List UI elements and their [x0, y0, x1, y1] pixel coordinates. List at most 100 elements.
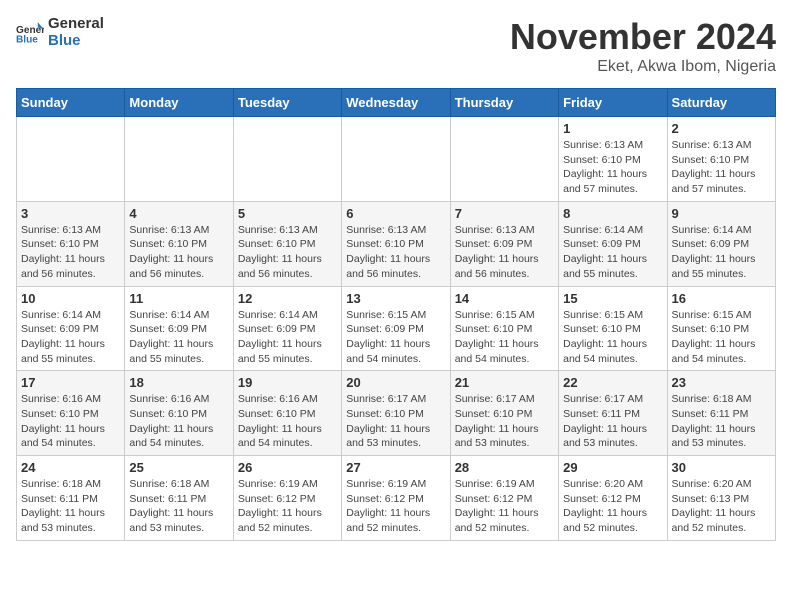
calendar-cell: 13 Sunrise: 6:15 AM Sunset: 6:09 PM Dayli…: [342, 286, 450, 371]
day-number: 6: [346, 206, 445, 221]
day-detail: Sunrise: 6:13 AM Sunset: 6:10 PM Dayligh…: [346, 223, 445, 282]
day-number: 28: [455, 460, 554, 475]
calendar-cell: 10 Sunrise: 6:14 AM Sunset: 6:09 PM Dayli…: [17, 286, 125, 371]
calendar-table: SundayMondayTuesdayWednesdayThursdayFrid…: [16, 88, 776, 541]
calendar-cell: [17, 117, 125, 202]
calendar-cell: [125, 117, 233, 202]
header-day-tuesday: Tuesday: [233, 89, 341, 117]
day-detail: Sunrise: 6:13 AM Sunset: 6:10 PM Dayligh…: [238, 223, 337, 282]
header-day-wednesday: Wednesday: [342, 89, 450, 117]
day-number: 18: [129, 375, 228, 390]
day-detail: Sunrise: 6:18 AM Sunset: 6:11 PM Dayligh…: [21, 477, 120, 536]
calendar-cell: 19Sunrise: 6:16 AM Sunset: 6:10 PM Dayli…: [233, 371, 341, 456]
calendar-cell: 26 Sunrise: 6:19 AM Sunset: 6:12 PM Dayli…: [233, 456, 341, 541]
day-detail: Sunrise: 6:15 AM Sunset: 6:09 PM Dayligh…: [346, 308, 445, 367]
header: General Blue General Blue November 2024 …: [16, 16, 776, 76]
day-detail: Sunrise: 6:14 AM Sunset: 6:09 PM Dayligh…: [672, 223, 771, 282]
day-detail: Sunrise: 6:18 AM Sunset: 6:11 PM Dayligh…: [672, 392, 771, 451]
day-detail: Sunrise: 6:20 AM Sunset: 6:13 PM Dayligh…: [672, 477, 771, 536]
day-number: 3: [21, 206, 120, 221]
day-detail: Sunrise: 6:14 AM Sunset: 6:09 PM Dayligh…: [129, 308, 228, 367]
calendar-week-row: 1 Sunrise: 6:13 AM Sunset: 6:10 PM Daylig…: [17, 117, 776, 202]
day-detail: Sunrise: 6:13 AM Sunset: 6:10 PM Dayligh…: [563, 138, 662, 197]
calendar-body: 1 Sunrise: 6:13 AM Sunset: 6:10 PM Daylig…: [17, 117, 776, 541]
day-detail: Sunrise: 6:16 AM Sunset: 6:10 PM Dayligh…: [129, 392, 228, 451]
header-day-monday: Monday: [125, 89, 233, 117]
day-detail: Sunrise: 6:17 AM Sunset: 6:10 PM Dayligh…: [455, 392, 554, 451]
svg-text:Blue: Blue: [16, 34, 38, 45]
calendar-cell: 1 Sunrise: 6:13 AM Sunset: 6:10 PM Daylig…: [559, 117, 667, 202]
calendar-cell: 28 Sunrise: 6:19 AM Sunset: 6:12 PM Dayli…: [450, 456, 558, 541]
calendar-cell: [233, 117, 341, 202]
logo-line2: Blue: [48, 33, 104, 50]
calendar-cell: 8 Sunrise: 6:14 AM Sunset: 6:09 PM Daylig…: [559, 201, 667, 286]
calendar-cell: 7Sunrise: 6:13 AM Sunset: 6:09 PM Daylig…: [450, 201, 558, 286]
calendar-cell: 17Sunrise: 6:16 AM Sunset: 6:10 PM Dayli…: [17, 371, 125, 456]
calendar-cell: 21 Sunrise: 6:17 AM Sunset: 6:10 PM Dayli…: [450, 371, 558, 456]
day-detail: Sunrise: 6:13 AM Sunset: 6:09 PM Dayligh…: [455, 223, 554, 282]
calendar-cell: 24 Sunrise: 6:18 AM Sunset: 6:11 PM Dayli…: [17, 456, 125, 541]
header-day-friday: Friday: [559, 89, 667, 117]
day-detail: Sunrise: 6:19 AM Sunset: 6:12 PM Dayligh…: [346, 477, 445, 536]
calendar-cell: 23 Sunrise: 6:18 AM Sunset: 6:11 PM Dayli…: [667, 371, 775, 456]
header-day-thursday: Thursday: [450, 89, 558, 117]
day-number: 23: [672, 375, 771, 390]
calendar-week-row: 3 Sunrise: 6:13 AM Sunset: 6:10 PM Daylig…: [17, 201, 776, 286]
logo: General Blue General Blue: [16, 16, 104, 49]
day-detail: Sunrise: 6:16 AM Sunset: 6:10 PM Dayligh…: [21, 392, 120, 451]
day-detail: Sunrise: 6:14 AM Sunset: 6:09 PM Dayligh…: [563, 223, 662, 282]
day-detail: Sunrise: 6:14 AM Sunset: 6:09 PM Dayligh…: [21, 308, 120, 367]
day-detail: Sunrise: 6:20 AM Sunset: 6:12 PM Dayligh…: [563, 477, 662, 536]
day-number: 13: [346, 291, 445, 306]
calendar-cell: [342, 117, 450, 202]
calendar-cell: 25 Sunrise: 6:18 AM Sunset: 6:11 PM Dayli…: [125, 456, 233, 541]
day-detail: Sunrise: 6:13 AM Sunset: 6:10 PM Dayligh…: [672, 138, 771, 197]
calendar-cell: 4Sunrise: 6:13 AM Sunset: 6:10 PM Daylig…: [125, 201, 233, 286]
calendar-cell: 27 Sunrise: 6:19 AM Sunset: 6:12 PM Dayli…: [342, 456, 450, 541]
day-detail: Sunrise: 6:17 AM Sunset: 6:10 PM Dayligh…: [346, 392, 445, 451]
calendar-cell: 9 Sunrise: 6:14 AM Sunset: 6:09 PM Daylig…: [667, 201, 775, 286]
day-detail: Sunrise: 6:17 AM Sunset: 6:11 PM Dayligh…: [563, 392, 662, 451]
day-number: 22: [563, 375, 662, 390]
calendar-cell: 16Sunrise: 6:15 AM Sunset: 6:10 PM Dayli…: [667, 286, 775, 371]
day-number: 20: [346, 375, 445, 390]
calendar-week-row: 17Sunrise: 6:16 AM Sunset: 6:10 PM Dayli…: [17, 371, 776, 456]
day-number: 25: [129, 460, 228, 475]
day-number: 8: [563, 206, 662, 221]
day-number: 21: [455, 375, 554, 390]
calendar-cell: 6 Sunrise: 6:13 AM Sunset: 6:10 PM Daylig…: [342, 201, 450, 286]
day-number: 14: [455, 291, 554, 306]
calendar-cell: 14Sunrise: 6:15 AM Sunset: 6:10 PM Dayli…: [450, 286, 558, 371]
calendar-cell: 29 Sunrise: 6:20 AM Sunset: 6:12 PM Dayli…: [559, 456, 667, 541]
calendar-cell: 30Sunrise: 6:20 AM Sunset: 6:13 PM Dayli…: [667, 456, 775, 541]
calendar-title: November 2024: [510, 16, 776, 58]
day-number: 26: [238, 460, 337, 475]
day-detail: Sunrise: 6:19 AM Sunset: 6:12 PM Dayligh…: [455, 477, 554, 536]
logo-icon: General Blue: [16, 19, 44, 47]
calendar-cell: [450, 117, 558, 202]
day-detail: Sunrise: 6:18 AM Sunset: 6:11 PM Dayligh…: [129, 477, 228, 536]
calendar-cell: 3 Sunrise: 6:13 AM Sunset: 6:10 PM Daylig…: [17, 201, 125, 286]
calendar-cell: 11Sunrise: 6:14 AM Sunset: 6:09 PM Dayli…: [125, 286, 233, 371]
title-section: November 2024 Eket, Akwa Ibom, Nigeria: [510, 16, 776, 76]
day-detail: Sunrise: 6:19 AM Sunset: 6:12 PM Dayligh…: [238, 477, 337, 536]
calendar-week-row: 24 Sunrise: 6:18 AM Sunset: 6:11 PM Dayli…: [17, 456, 776, 541]
logo-line1: General: [48, 16, 104, 33]
header-day-saturday: Saturday: [667, 89, 775, 117]
day-number: 10: [21, 291, 120, 306]
calendar-cell: 18 Sunrise: 6:16 AM Sunset: 6:10 PM Dayli…: [125, 371, 233, 456]
calendar-cell: 2Sunrise: 6:13 AM Sunset: 6:10 PM Daylig…: [667, 117, 775, 202]
calendar-week-row: 10 Sunrise: 6:14 AM Sunset: 6:09 PM Dayli…: [17, 286, 776, 371]
calendar-cell: 22 Sunrise: 6:17 AM Sunset: 6:11 PM Dayli…: [559, 371, 667, 456]
day-detail: Sunrise: 6:13 AM Sunset: 6:10 PM Dayligh…: [129, 223, 228, 282]
day-number: 9: [672, 206, 771, 221]
day-number: 27: [346, 460, 445, 475]
calendar-cell: 12Sunrise: 6:14 AM Sunset: 6:09 PM Dayli…: [233, 286, 341, 371]
day-number: 24: [21, 460, 120, 475]
day-number: 29: [563, 460, 662, 475]
day-number: 1: [563, 121, 662, 136]
calendar-header-row: SundayMondayTuesdayWednesdayThursdayFrid…: [17, 89, 776, 117]
day-number: 5: [238, 206, 337, 221]
day-number: 12: [238, 291, 337, 306]
day-detail: Sunrise: 6:13 AM Sunset: 6:10 PM Dayligh…: [21, 223, 120, 282]
